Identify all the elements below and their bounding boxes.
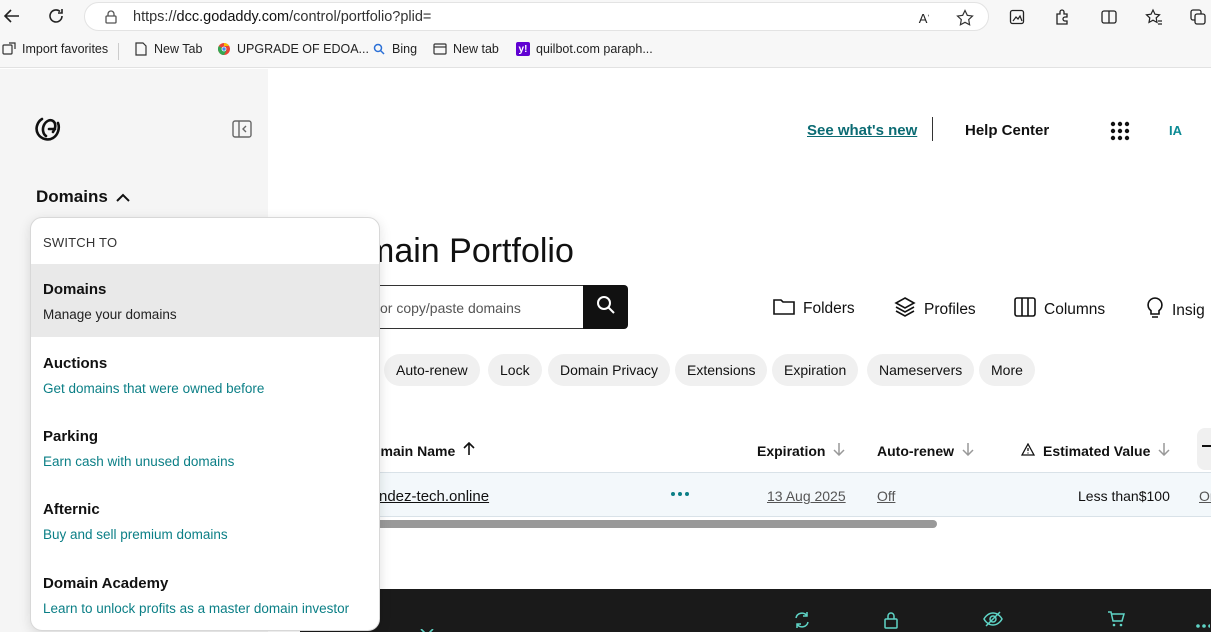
lock-icon[interactable]	[883, 611, 899, 632]
search-icon	[372, 42, 386, 56]
image-icon[interactable]	[1007, 7, 1027, 27]
import-icon	[2, 42, 16, 56]
extensions-icon[interactable]	[1052, 7, 1072, 27]
filter-more[interactable]: More	[979, 354, 1035, 386]
help-center-link[interactable]: Help Center	[965, 122, 1049, 139]
warning-icon	[1020, 442, 1036, 459]
page-icon	[134, 42, 148, 56]
bookmarks-bar: Import favorites New Tab UPGRADE OF EDOA…	[0, 34, 1211, 68]
column-header-auto-renew[interactable]: Auto-renew	[877, 442, 974, 459]
sort-arrow-down-icon	[1158, 442, 1170, 459]
split-screen-icon[interactable]	[1099, 7, 1119, 27]
privacy-eye-off-icon[interactable]	[983, 611, 1003, 632]
horizontal-scrollbar[interactable]	[376, 520, 937, 528]
page-title: main Portfolio	[366, 232, 574, 270]
menu-item-domain-academy[interactable]: Domain Academy Learn to unlock profits a…	[31, 558, 379, 630]
collections-icon[interactable]	[1188, 7, 1208, 27]
chevron-up-icon	[116, 187, 130, 207]
bookmark-upgrade-edoa[interactable]: UPGRADE OF EDOA...	[217, 42, 369, 56]
bookmark-new-tab[interactable]: New Tab	[134, 42, 202, 56]
lock-icon[interactable]	[103, 9, 119, 25]
search-icon	[596, 295, 616, 320]
favorites-icon[interactable]	[1144, 7, 1164, 27]
yahoo-icon: y!	[516, 42, 530, 56]
menu-item-parking[interactable]: Parking Earn cash with unused domains	[31, 411, 379, 484]
domains-switcher[interactable]: Domains	[36, 187, 130, 207]
auto-renew-status[interactable]: Off	[877, 488, 895, 504]
filter-expiration[interactable]: Expiration	[772, 354, 859, 386]
lightbulb-icon	[1146, 297, 1164, 324]
back-icon[interactable]	[2, 6, 22, 26]
insights-button[interactable]: Insig	[1146, 297, 1205, 324]
whats-new-link[interactable]: See what's new	[807, 122, 917, 139]
avatar[interactable]: IA	[1169, 123, 1182, 138]
folder-icon	[773, 297, 795, 320]
bookmark-new-tab-2[interactable]: New tab	[433, 42, 499, 56]
apps-grid-icon[interactable]	[1110, 121, 1130, 146]
close-icon[interactable]	[419, 624, 435, 632]
layers-icon	[894, 297, 916, 322]
header-divider	[932, 117, 933, 141]
column-header-estimated-value[interactable]: Estimated Value	[1020, 442, 1170, 459]
godaddy-logo-icon[interactable]	[34, 116, 64, 147]
bookmark-quilbot[interactable]: y! quilbot.com paraph...	[516, 42, 653, 56]
bookmark-divider	[118, 43, 119, 60]
read-aloud-icon[interactable]: Aʼ	[915, 9, 933, 27]
folders-button[interactable]: Folders	[773, 297, 855, 320]
sort-arrow-down-icon	[962, 442, 974, 459]
estimated-value: Less than$100	[1078, 488, 1170, 504]
url-text[interactable]: https://dcc.godaddy.com/control/portfoli…	[133, 9, 431, 25]
filter-nameservers[interactable]: Nameservers	[867, 354, 975, 386]
filter-auto-renew[interactable]: Auto-renew	[384, 354, 480, 386]
sync-icon[interactable]	[793, 611, 811, 632]
filter-extensions[interactable]: Extensions	[675, 354, 768, 386]
profiles-button[interactable]: Profiles	[894, 297, 976, 322]
filter-lock[interactable]: Lock	[488, 354, 542, 386]
more-dots-icon[interactable]	[1196, 616, 1211, 632]
domain-name-link[interactable]: ndez-tech.online	[379, 488, 489, 505]
bookmark-import-favorites[interactable]: Import favorites	[2, 42, 108, 56]
column-header-expiration[interactable]: Expiration	[757, 442, 845, 459]
filter-domain-privacy[interactable]: Domain Privacy	[548, 354, 671, 386]
collapse-sidebar-icon[interactable]	[232, 120, 252, 143]
browser-toolbar: https://dcc.godaddy.com/control/portfoli…	[0, 0, 1211, 34]
columns-button[interactable]: Columns	[1014, 297, 1105, 322]
switch-to-heading: SWITCH TO	[43, 235, 118, 250]
sort-arrow-down-icon	[833, 442, 845, 459]
scroll-right-button[interactable]	[1197, 428, 1211, 470]
switch-to-menu: SWITCH TO Domains Manage your domains Au…	[30, 217, 380, 631]
search-placeholder: or copy/paste domains	[380, 300, 521, 316]
menu-item-afternic[interactable]: Afternic Buy and sell premium domains	[31, 484, 379, 557]
bulk-action-bar	[300, 589, 1211, 632]
bookmark-bing[interactable]: Bing	[372, 42, 417, 56]
columns-icon	[1014, 297, 1036, 322]
row-extra-link[interactable]: Or	[1199, 488, 1211, 504]
menu-item-auctions[interactable]: Auctions Get domains that were owned bef…	[31, 338, 379, 411]
favorite-star-icon[interactable]	[955, 8, 975, 28]
tab-icon	[433, 42, 447, 56]
chrome-icon	[217, 42, 231, 56]
row-actions-icon[interactable]	[670, 484, 690, 500]
cart-icon[interactable]	[1107, 611, 1125, 632]
menu-item-domains[interactable]: Domains Manage your domains	[31, 264, 379, 337]
column-header-domain-name[interactable]: omain Name	[372, 441, 475, 459]
arrow-left-icon	[1202, 445, 1211, 447]
search-button[interactable]	[583, 285, 628, 329]
main-content	[268, 69, 1211, 632]
address-bar[interactable]: https://dcc.godaddy.com/control/portfoli…	[84, 2, 989, 31]
refresh-icon[interactable]	[46, 6, 66, 26]
expiration-date[interactable]: 13 Aug 2025	[767, 488, 846, 504]
sort-arrow-up-icon	[463, 441, 475, 459]
